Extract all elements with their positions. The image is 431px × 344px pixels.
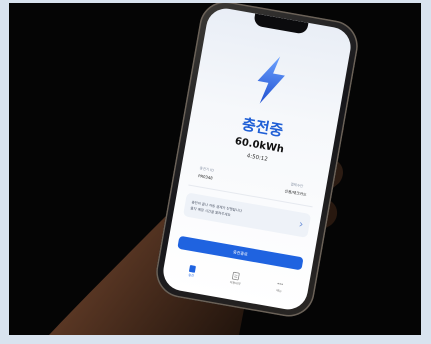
tab-history[interactable]: 이용내역 bbox=[220, 270, 252, 288]
stat-value: PR0348 bbox=[197, 173, 214, 181]
tab-charge[interactable]: 충전 bbox=[176, 262, 208, 280]
lightning-bolt-icon bbox=[257, 56, 285, 104]
menu-icon bbox=[277, 282, 283, 285]
charge-icon bbox=[188, 265, 196, 273]
history-icon bbox=[232, 271, 241, 281]
info-card[interactable]: 충전이 끝나 자동 결제가 진행됩니다 출차 예정 시간을 알려주세요 › bbox=[182, 192, 312, 238]
photo-frame: 충전중 60.0kWh 4:50:12 충전기 ID PR0348 결제수단 신… bbox=[9, 3, 421, 335]
chevron-right-icon: › bbox=[297, 217, 305, 231]
stat-charger-id: 충전기 ID PR0348 bbox=[198, 166, 215, 181]
stat-label: 충전기 ID bbox=[199, 166, 215, 173]
stat-payment-method: 결제수단 신용/체크카드 bbox=[284, 181, 308, 198]
stat-value: 신용/체크카드 bbox=[284, 188, 307, 198]
charging-stats: 충전기 ID PR0348 결제수단 신용/체크카드 bbox=[198, 166, 309, 198]
tab-menu[interactable]: 메뉴 bbox=[264, 277, 296, 295]
